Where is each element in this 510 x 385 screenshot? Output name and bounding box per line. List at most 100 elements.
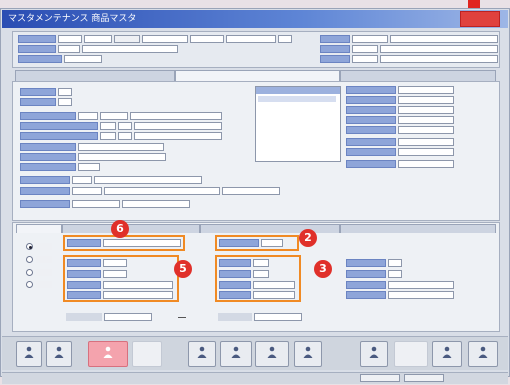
header-label-2 [18, 45, 56, 53]
radio-label-4 [36, 281, 52, 288]
main-field-1[interactable] [58, 88, 72, 96]
main-field-4a[interactable] [100, 122, 116, 130]
header-field-1b[interactable] [84, 35, 112, 43]
toolbar-button-11[interactable] [432, 341, 462, 367]
main-field-3a[interactable] [78, 112, 98, 120]
box3-field-4[interactable] [253, 291, 295, 299]
right-field-7[interactable] [398, 148, 454, 156]
toolbar-button-9[interactable] [360, 341, 388, 367]
radio-option-4[interactable] [26, 281, 33, 288]
bottom-right-field[interactable] [254, 313, 302, 321]
right-field-8[interactable] [398, 160, 454, 168]
box3-field-1[interactable] [253, 259, 269, 267]
lower-right-field-1[interactable] [388, 259, 402, 267]
header-field-1g[interactable] [278, 35, 292, 43]
person-icon [442, 346, 452, 358]
main-field-11b[interactable] [122, 200, 190, 208]
main-label-5 [20, 132, 98, 140]
lower-tab-4[interactable] [340, 224, 496, 233]
lower-tab-2[interactable] [62, 224, 200, 233]
box3-field-2[interactable] [253, 270, 269, 278]
main-field-3c[interactable] [130, 112, 222, 120]
toolbar-button-10-disabled[interactable] [394, 341, 428, 367]
main-field-4b[interactable] [118, 122, 132, 130]
right-field-3[interactable] [398, 106, 454, 114]
toolbar-button-12[interactable] [468, 341, 498, 367]
header-right-field-1a[interactable] [352, 35, 388, 43]
right-label-3 [346, 106, 396, 114]
header-field-3a[interactable] [64, 55, 102, 63]
right-field-4[interactable] [398, 116, 454, 124]
box3-label-1 [219, 259, 251, 267]
main-field-5c[interactable] [134, 132, 222, 140]
main-field-5a[interactable] [100, 132, 116, 140]
bottom-left-field[interactable] [104, 313, 152, 321]
lower-right-field-4[interactable] [388, 291, 454, 299]
header-right-field-3b[interactable] [380, 55, 498, 63]
box5-field-2[interactable] [103, 270, 127, 278]
lower-right-field-3[interactable] [388, 281, 454, 289]
lower-tab-3[interactable] [200, 224, 340, 233]
main-field-6a[interactable] [78, 143, 164, 151]
toolbar-button-8[interactable] [294, 341, 322, 367]
main-field-5b[interactable] [118, 132, 132, 140]
right-label-1 [346, 86, 396, 94]
box6-field[interactable] [103, 239, 181, 247]
header-field-1a[interactable] [58, 35, 82, 43]
header-right-field-3a[interactable] [352, 55, 378, 63]
main-field-10b[interactable] [104, 187, 220, 195]
header-field-1c[interactable] [114, 35, 140, 43]
box5-field-3[interactable] [103, 281, 173, 289]
main-field-10a[interactable] [72, 187, 102, 195]
right-field-2[interactable] [398, 96, 454, 104]
box3-field-3[interactable] [253, 281, 295, 289]
main-field-11a[interactable] [72, 200, 120, 208]
header-right-field-1b[interactable] [390, 35, 498, 43]
toolbar-button-7[interactable] [255, 341, 289, 367]
person-icon [303, 346, 313, 358]
main-field-9b[interactable] [94, 176, 202, 184]
radio-option-1[interactable] [26, 243, 33, 250]
toolbar-button-6[interactable] [220, 341, 252, 367]
listbox-row[interactable] [258, 96, 336, 102]
exit-button[interactable] [460, 11, 500, 27]
main-field-2[interactable] [58, 98, 72, 106]
tab-3[interactable] [340, 70, 496, 81]
main-field-7a[interactable] [78, 153, 166, 161]
main-field-9a[interactable] [72, 176, 92, 184]
toolbar-button-4-disabled[interactable] [132, 341, 162, 367]
header-field-2a[interactable] [58, 45, 80, 53]
main-field-4c[interactable] [134, 122, 222, 130]
header-field-2b[interactable] [82, 45, 178, 53]
header-right-field-2a[interactable] [352, 45, 378, 53]
toolbar-button-3-active[interactable] [88, 341, 128, 367]
toolbar-button-1[interactable] [16, 341, 42, 367]
right-field-6[interactable] [398, 138, 454, 146]
box2-field[interactable] [261, 239, 283, 247]
box5-field-4[interactable] [103, 291, 173, 299]
box5-field-1[interactable] [103, 259, 127, 267]
lower-right-field-2[interactable] [388, 270, 402, 278]
radio-option-2[interactable] [26, 256, 33, 263]
marker-2: 2 [299, 229, 317, 247]
main-field-10c[interactable] [222, 187, 280, 195]
main-field-3b[interactable] [100, 112, 128, 120]
toolbar-button-5[interactable] [188, 341, 216, 367]
person-icon [478, 346, 488, 358]
header-right-field-2b[interactable] [380, 45, 498, 53]
main-field-8a[interactable] [78, 163, 100, 171]
header-field-1d[interactable] [142, 35, 188, 43]
main-label-9 [20, 176, 70, 184]
right-field-5[interactable] [398, 126, 454, 134]
box5-label-2 [67, 270, 101, 278]
right-field-1[interactable] [398, 86, 454, 94]
radio-option-3[interactable] [26, 269, 33, 276]
box3-label-4 [219, 291, 251, 299]
tab-2[interactable] [175, 70, 340, 81]
lower-tab-1[interactable] [16, 224, 62, 233]
header-label-1 [18, 35, 56, 43]
toolbar-button-2[interactable] [46, 341, 72, 367]
tab-1[interactable] [15, 70, 175, 81]
header-field-1f[interactable] [226, 35, 276, 43]
header-field-1e[interactable] [190, 35, 224, 43]
